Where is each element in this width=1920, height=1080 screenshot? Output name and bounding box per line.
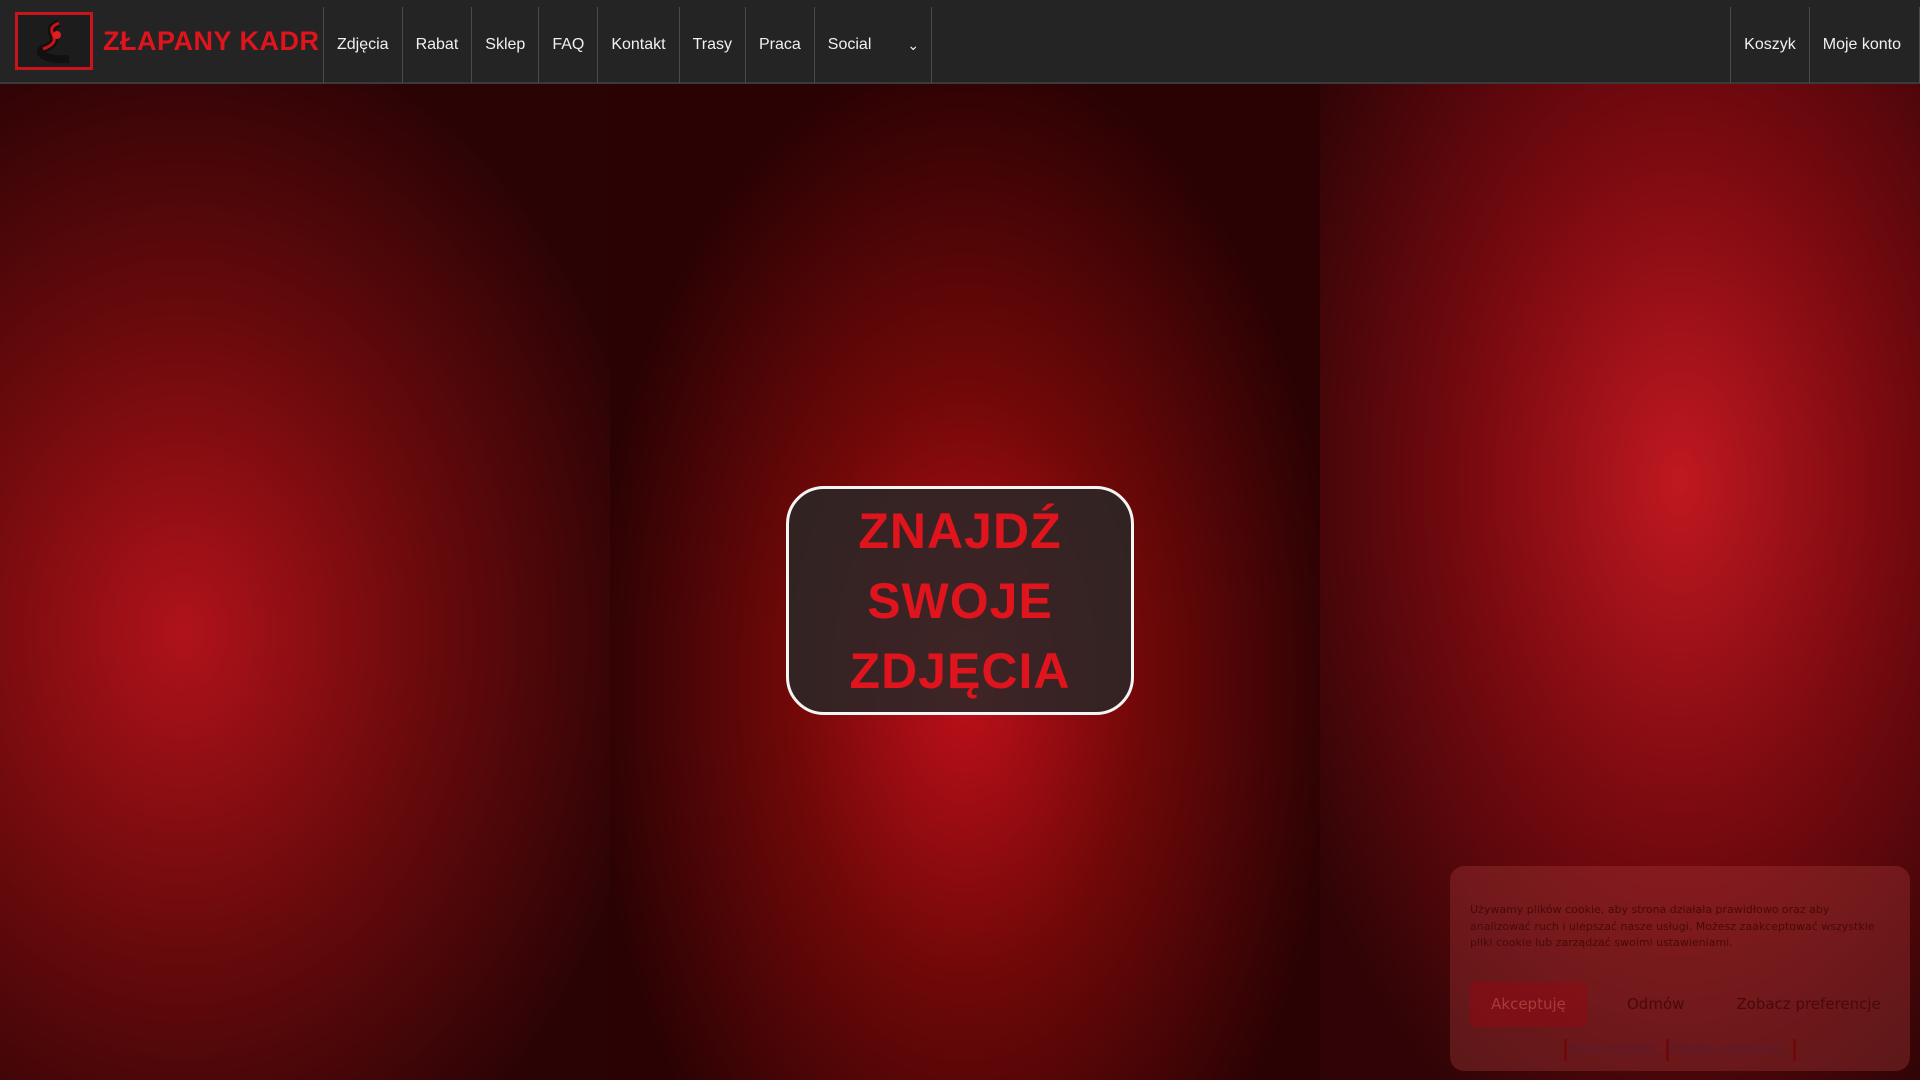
link-divider: [1792, 1038, 1796, 1061]
account-menu: Koszyk Moje konto: [1730, 7, 1920, 83]
menu-divider: [931, 7, 933, 83]
cookie-banner: Używamy plików cookie, aby strona działa…: [1450, 866, 1910, 1071]
nav-social-dropdown[interactable]: Social ⌄: [813, 7, 931, 83]
accept-cookies-button[interactable]: Akceptuję: [1470, 981, 1587, 1027]
reject-cookies-button[interactable]: Odmów: [1627, 995, 1684, 1013]
logo-link[interactable]: ZŁAPANY KADR: [0, 0, 323, 82]
chevron-down-icon: ⌄: [907, 36, 920, 53]
nav-rabat[interactable]: Rabat: [401, 7, 472, 83]
nav-trasy[interactable]: Trasy: [678, 7, 745, 83]
nav-social-label: Social: [827, 36, 872, 53]
cookie-preferences-button[interactable]: Zobacz preferencje: [1736, 995, 1880, 1013]
logo-icon: [15, 12, 93, 70]
cookie-text: Używamy plików cookie, aby strona działa…: [1470, 903, 1875, 949]
nav-faq[interactable]: FAQ: [538, 7, 597, 83]
find-photos-button[interactable]: ZNAJDŹ SWOJE ZDJĘCIA: [786, 486, 1134, 715]
nav-kontakt[interactable]: Kontakt: [597, 7, 678, 83]
nav-praca[interactable]: Praca: [745, 7, 814, 83]
hero-title-line: SWOJE: [867, 572, 1053, 629]
cookies-policy-link[interactable]: Polityka cookies: [1564, 1038, 1666, 1061]
top-navbar: ZŁAPANY KADR Zdjęcia Rabat Sklep FAQ Kon…: [0, 0, 1920, 84]
nav-account[interactable]: Moje konto: [1808, 7, 1920, 83]
hero-title-line: ZDJĘCIA: [849, 642, 1071, 699]
motorcycle-image: [0, 84, 610, 1080]
main-menu: Zdjęcia Rabat Sklep FAQ Kontakt Trasy Pr…: [323, 7, 933, 83]
nav-cart[interactable]: Koszyk: [1730, 7, 1809, 83]
privacy-policy-link[interactable]: Polityka prywatności: [1665, 1038, 1793, 1061]
nav-zdjecia[interactable]: Zdjęcia: [323, 7, 402, 83]
nav-sklep[interactable]: Sklep: [471, 7, 538, 83]
hero-title-line: ZNAJDŹ: [858, 502, 1062, 559]
brand-name: ZŁAPANY KADR: [103, 25, 320, 56]
